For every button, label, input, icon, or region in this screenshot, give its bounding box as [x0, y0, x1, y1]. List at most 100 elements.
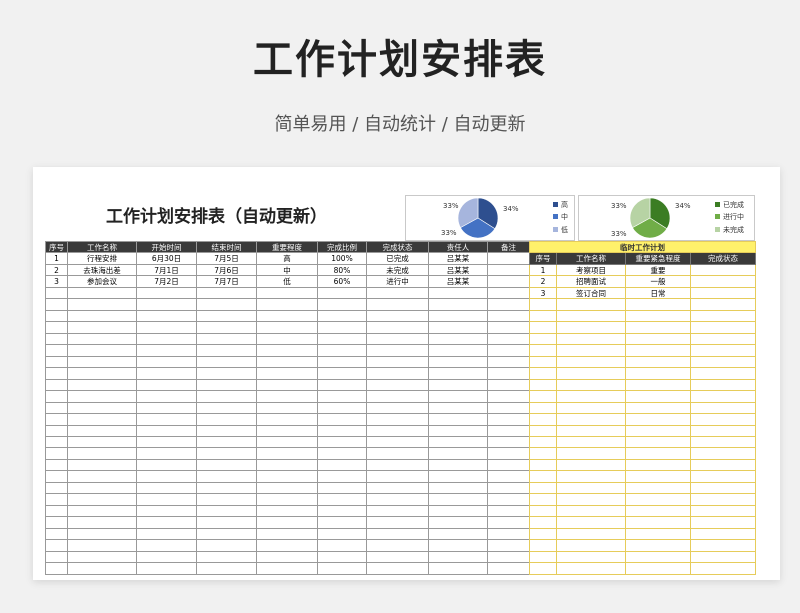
- table-cell[interactable]: [136, 286, 197, 300]
- table-cell[interactable]: [690, 321, 756, 334]
- table-cell[interactable]: [690, 263, 756, 277]
- table-cell[interactable]: [67, 367, 137, 380]
- table-cell[interactable]: [428, 516, 488, 529]
- table-cell[interactable]: [136, 516, 197, 529]
- table-cell[interactable]: [487, 470, 530, 483]
- table-cell[interactable]: [196, 344, 257, 357]
- table-cell[interactable]: [317, 527, 367, 541]
- table-cell[interactable]: [256, 504, 318, 518]
- table-cell[interactable]: [317, 401, 367, 415]
- table-cell[interactable]: [45, 390, 68, 403]
- table-cell[interactable]: [428, 562, 488, 575]
- table-cell[interactable]: [196, 550, 257, 564]
- table-cell[interactable]: [487, 493, 530, 506]
- table-cell[interactable]: [45, 378, 68, 392]
- table-cell[interactable]: [67, 413, 137, 426]
- table-cell[interactable]: [317, 550, 367, 564]
- table-cell[interactable]: [256, 378, 318, 392]
- table-cell[interactable]: 招聘面试: [556, 275, 626, 288]
- table-cell[interactable]: [556, 355, 626, 369]
- table-cell[interactable]: [196, 298, 257, 311]
- table-cell[interactable]: [487, 390, 530, 403]
- table-cell[interactable]: [136, 378, 197, 392]
- table-cell[interactable]: [317, 504, 367, 518]
- table-cell[interactable]: [366, 390, 429, 403]
- table-cell[interactable]: [196, 458, 257, 472]
- table-cell[interactable]: 签订合同: [556, 286, 626, 300]
- table-cell[interactable]: [529, 424, 557, 437]
- table-cell[interactable]: [136, 332, 197, 346]
- table-cell[interactable]: [317, 286, 367, 300]
- table-cell[interactable]: [556, 332, 626, 346]
- table-cell[interactable]: [67, 493, 137, 506]
- table-cell[interactable]: [136, 539, 197, 552]
- table-cell[interactable]: [136, 413, 197, 426]
- table-cell[interactable]: [625, 355, 691, 369]
- table-cell[interactable]: [529, 413, 557, 426]
- table-cell[interactable]: 去珠海出差: [67, 263, 137, 277]
- table-cell[interactable]: [487, 378, 530, 392]
- table-cell[interactable]: [690, 367, 756, 380]
- table-cell[interactable]: [556, 550, 626, 564]
- table-cell[interactable]: [366, 413, 429, 426]
- table-cell[interactable]: [690, 424, 756, 437]
- table-cell[interactable]: [256, 458, 318, 472]
- table-cell[interactable]: [690, 527, 756, 541]
- table-cell[interactable]: [196, 332, 257, 346]
- table-cell[interactable]: [256, 309, 318, 323]
- table-cell[interactable]: [625, 390, 691, 403]
- table-cell[interactable]: [529, 493, 557, 506]
- table-cell[interactable]: [196, 481, 257, 495]
- table-cell[interactable]: [428, 493, 488, 506]
- table-cell[interactable]: [690, 504, 756, 518]
- table-cell[interactable]: [428, 550, 488, 564]
- table-cell[interactable]: [317, 298, 367, 311]
- table-cell[interactable]: 低: [256, 275, 318, 288]
- table-cell[interactable]: [366, 378, 429, 392]
- table-cell[interactable]: [690, 562, 756, 575]
- table-cell[interactable]: [256, 493, 318, 506]
- table-cell[interactable]: [529, 527, 557, 541]
- table-cell[interactable]: [256, 321, 318, 334]
- table-cell[interactable]: [487, 355, 530, 369]
- table-cell[interactable]: [196, 539, 257, 552]
- table-cell[interactable]: 吕某某: [428, 263, 488, 277]
- table-cell[interactable]: [428, 413, 488, 426]
- table-cell[interactable]: [529, 321, 557, 334]
- table-cell[interactable]: [136, 367, 197, 380]
- table-cell[interactable]: [196, 390, 257, 403]
- table-cell[interactable]: [487, 562, 530, 575]
- table-cell[interactable]: [487, 550, 530, 564]
- table-cell[interactable]: [196, 504, 257, 518]
- table-cell[interactable]: [317, 344, 367, 357]
- table-cell[interactable]: [196, 378, 257, 392]
- table-cell[interactable]: 3: [529, 286, 557, 300]
- table-cell[interactable]: [317, 447, 367, 460]
- table-cell[interactable]: [317, 413, 367, 426]
- table-cell[interactable]: [556, 447, 626, 460]
- table-cell[interactable]: [196, 424, 257, 437]
- table-cell[interactable]: [45, 550, 68, 564]
- table-cell[interactable]: [428, 332, 488, 346]
- table-cell[interactable]: [317, 390, 367, 403]
- table-cell[interactable]: [690, 516, 756, 529]
- table-cell[interactable]: [487, 275, 530, 288]
- table-cell[interactable]: [625, 481, 691, 495]
- table-cell[interactable]: [256, 355, 318, 369]
- table-cell[interactable]: [487, 481, 530, 495]
- table-cell[interactable]: 中: [256, 263, 318, 277]
- table-cell[interactable]: [556, 413, 626, 426]
- table-cell[interactable]: [45, 481, 68, 495]
- table-cell[interactable]: 高: [256, 252, 318, 265]
- table-cell[interactable]: [366, 435, 429, 449]
- table-cell[interactable]: [529, 458, 557, 472]
- table-cell[interactable]: [556, 539, 626, 552]
- table-cell[interactable]: [487, 447, 530, 460]
- table-cell[interactable]: [136, 355, 197, 369]
- table-cell[interactable]: [487, 344, 530, 357]
- table-cell[interactable]: [690, 344, 756, 357]
- table-cell[interactable]: 1: [529, 263, 557, 277]
- table-cell[interactable]: 已完成: [366, 252, 429, 265]
- table-cell[interactable]: [136, 424, 197, 437]
- table-cell[interactable]: [45, 447, 68, 460]
